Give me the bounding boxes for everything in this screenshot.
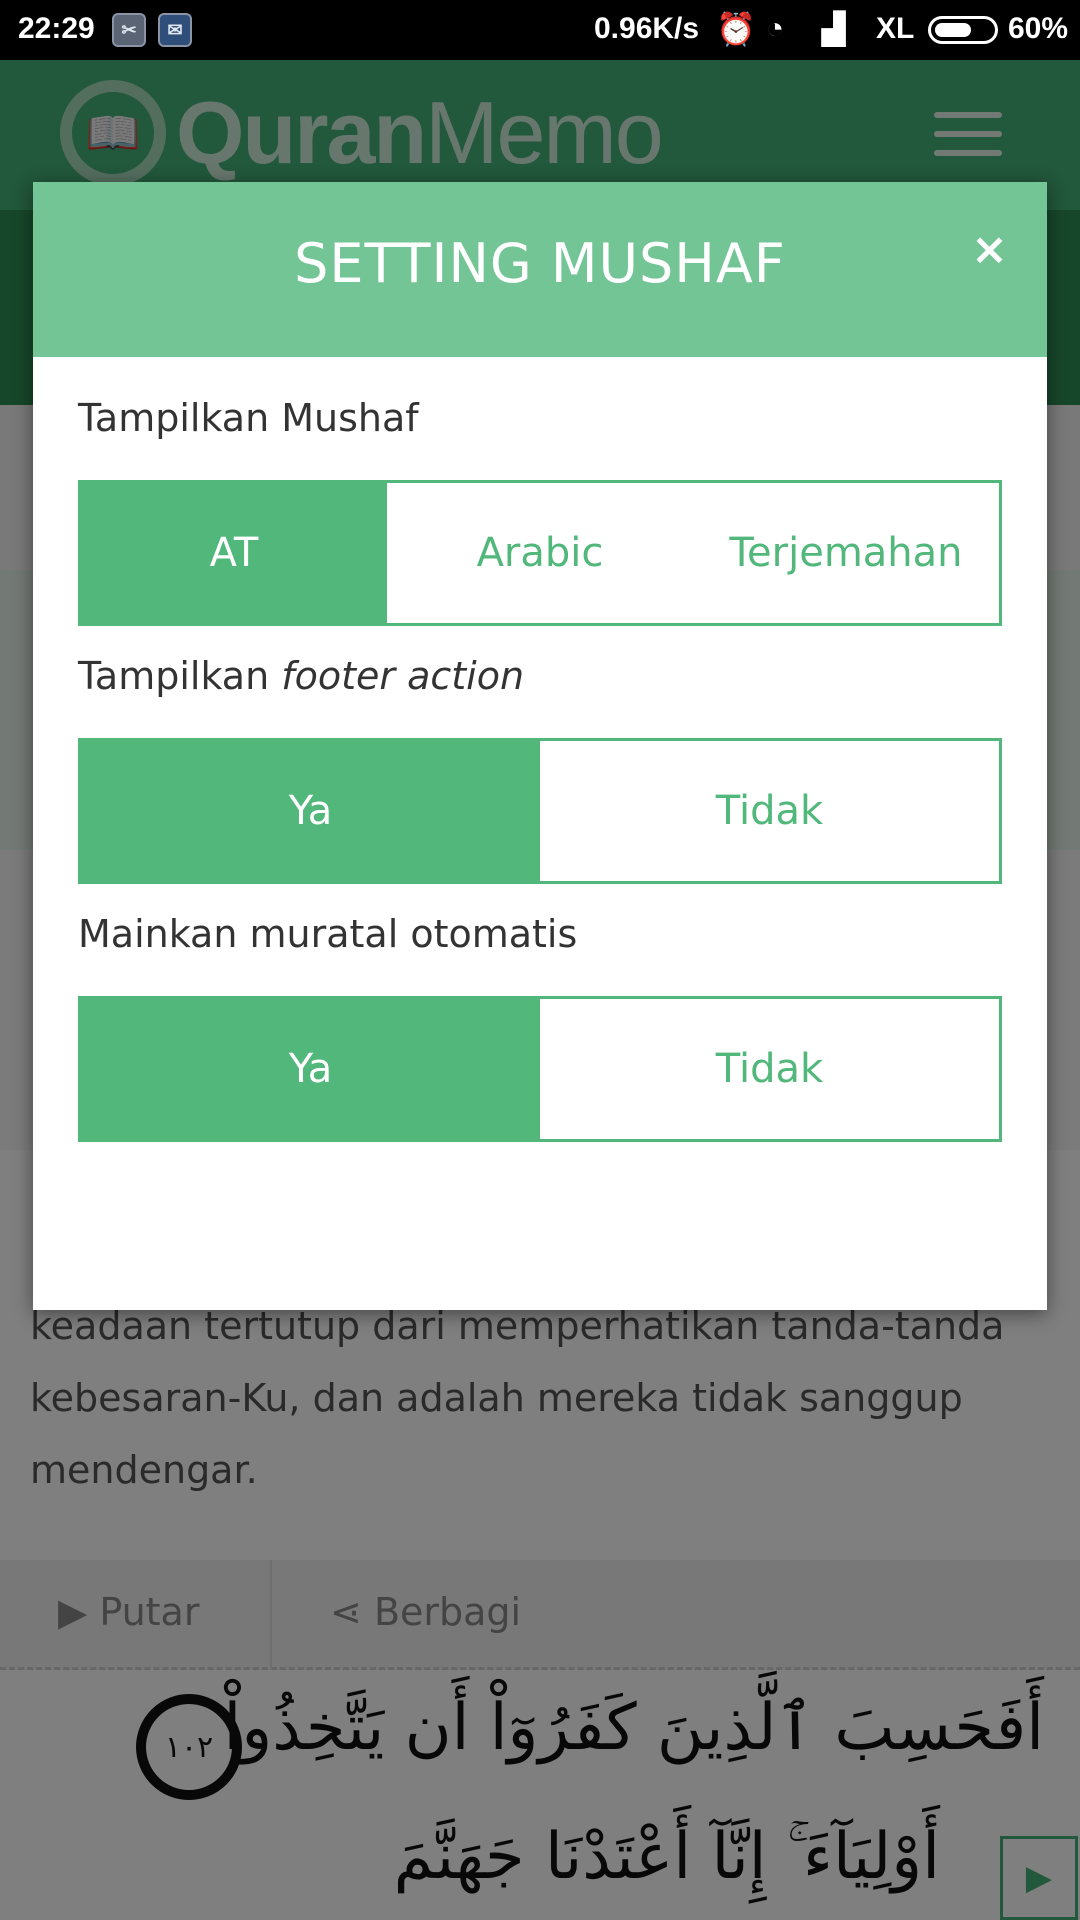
- battery-percent: 60%: [1008, 12, 1069, 45]
- autoplay-label: Mainkan muratal otomatis: [78, 912, 578, 956]
- close-icon[interactable]: ×: [971, 224, 1008, 275]
- dialog-header: SETTING MUSHAF ×: [33, 182, 1047, 357]
- setting-mushaf-dialog: SETTING MUSHAF × Tampilkan Mushaf AT Ara…: [33, 182, 1047, 1310]
- option-arabic[interactable]: Arabic: [387, 483, 693, 623]
- dialog-title: SETTING MUSHAF: [294, 232, 786, 295]
- footer-action-toggle: Ya Tidak: [78, 738, 1002, 884]
- show-mushaf-toggle: AT Arabic Terjemahan: [78, 480, 1002, 626]
- battery-icon: [928, 16, 998, 44]
- bbm-notification-icon: ✉: [158, 13, 192, 47]
- footer-action-label: Tampilkan footer action: [78, 654, 525, 698]
- signal-icon: ▟: [822, 13, 846, 46]
- show-mushaf-label: Tampilkan Mushaf: [78, 396, 419, 440]
- autoplay-toggle: Ya Tidak: [78, 996, 1002, 1142]
- autoplay-option-tidak[interactable]: Tidak: [540, 999, 999, 1139]
- footer-option-tidak[interactable]: Tidak: [540, 741, 999, 881]
- option-at[interactable]: AT: [81, 483, 387, 623]
- network-speed: 0.96K/s: [594, 12, 700, 45]
- carrier-name: XL: [876, 12, 915, 45]
- status-bar: 22:29 ✂ ✉ 0.96K/s ⏰ ◔ ▟ XL 60%: [0, 0, 1080, 60]
- footer-option-ya[interactable]: Ya: [81, 741, 540, 881]
- status-time: 22:29: [18, 12, 95, 45]
- autoplay-option-ya[interactable]: Ya: [81, 999, 540, 1139]
- wifi-icon: ◔: [766, 12, 785, 45]
- notification-app-icon: ✂: [112, 13, 146, 47]
- option-terjemahan[interactable]: Terjemahan: [693, 483, 999, 623]
- alarm-icon: ⏰: [716, 11, 756, 47]
